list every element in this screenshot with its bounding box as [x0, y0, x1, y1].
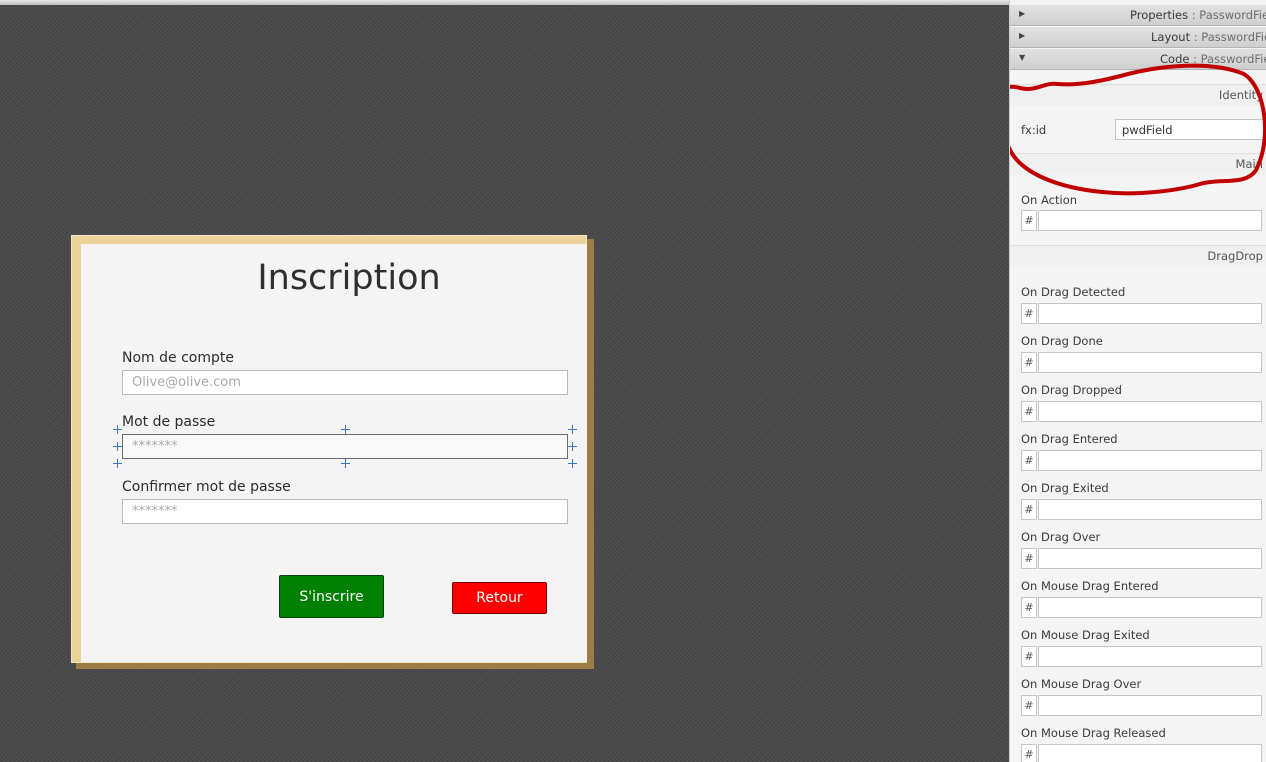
dragdrop-event-hash: # — [1021, 548, 1037, 569]
dragdrop-event-hash: # — [1021, 597, 1037, 618]
dragdrop-event-input[interactable] — [1038, 646, 1262, 667]
resize-handle-se[interactable] — [568, 459, 577, 468]
resize-handle-s[interactable] — [341, 459, 350, 468]
on-action-hash: # — [1021, 210, 1037, 231]
dragdrop-event-label: On Drag Entered — [1021, 432, 1118, 446]
confirm-password-label: Confirmer mot de passe — [122, 479, 291, 495]
dragdrop-event-input[interactable] — [1038, 450, 1262, 471]
dragdrop-event-hash: # — [1021, 695, 1037, 716]
dragdrop-event-label: On Drag Done — [1021, 334, 1103, 348]
dragdrop-event-input[interactable] — [1038, 401, 1262, 422]
dragdrop-event-input[interactable] — [1038, 597, 1262, 618]
account-label: Nom de compte — [122, 350, 234, 366]
dragdrop-event-input[interactable] — [1038, 695, 1262, 716]
resize-handle-e[interactable] — [568, 442, 577, 451]
canvas-top-bar — [0, 0, 1010, 5]
dragdrop-event-hash: # — [1021, 352, 1037, 373]
resize-handle-w[interactable] — [113, 442, 122, 451]
dragdrop-event-label: On Drag Detected — [1021, 285, 1126, 299]
resize-handle-ne[interactable] — [568, 425, 577, 434]
dragdrop-event-hash: # — [1021, 401, 1037, 422]
dragdrop-event-input[interactable] — [1038, 499, 1262, 520]
dragdrop-event-hash: # — [1021, 499, 1037, 520]
dragdrop-event-hash: # — [1021, 744, 1037, 762]
dragdrop-event-input[interactable] — [1038, 548, 1262, 569]
inspector-panel: ▶ Properties : PasswordField ▶ Layout : … — [1009, 0, 1266, 762]
red-annotation-circle — [1010, 63, 1266, 196]
resize-handle-n[interactable] — [341, 425, 350, 434]
password-label: Mot de passe — [122, 414, 216, 430]
dragdrop-event-hash: # — [1021, 646, 1037, 667]
dragdrop-event-label: On Mouse Drag Released — [1021, 726, 1166, 740]
dragdrop-event-label: On Drag Dropped — [1021, 383, 1122, 397]
dragdrop-event-input[interactable] — [1038, 352, 1262, 373]
signup-button[interactable]: S'inscrire — [279, 575, 384, 618]
dragdrop-event-label: On Drag Over — [1021, 530, 1101, 544]
dragdrop-event-label: On Mouse Drag Over — [1021, 677, 1142, 691]
dragdrop-event-label: On Mouse Drag Entered — [1021, 579, 1159, 593]
dragdrop-event-label: On Mouse Drag Exited — [1021, 628, 1150, 642]
dragdrop-event-label: On Drag Exited — [1021, 481, 1109, 495]
resize-handle-nw[interactable] — [113, 425, 122, 434]
password-input[interactable]: ******* — [122, 434, 568, 459]
confirm-password-input[interactable]: ******* — [122, 499, 568, 524]
resize-handle-sw[interactable] — [113, 459, 122, 468]
dragdrop-group-header: DragDrop — [1010, 245, 1266, 267]
form-title: Inscription — [257, 258, 441, 298]
dragdrop-event-input[interactable] — [1038, 303, 1262, 324]
account-input[interactable]: Olive@olive.com — [122, 370, 568, 395]
back-button[interactable]: Retour — [452, 582, 547, 614]
dragdrop-event-hash: # — [1021, 303, 1037, 324]
on-action-input[interactable] — [1038, 210, 1262, 231]
dragdrop-event-input[interactable] — [1038, 744, 1262, 762]
dragdrop-event-hash: # — [1021, 450, 1037, 471]
